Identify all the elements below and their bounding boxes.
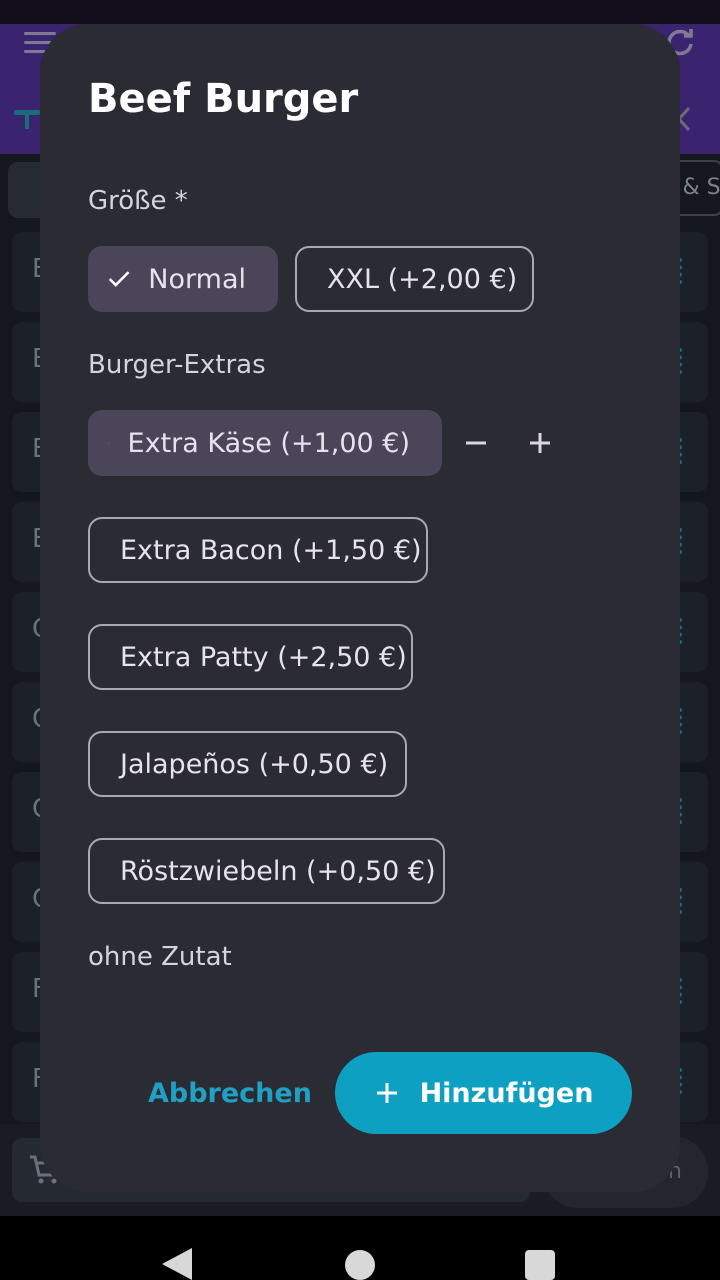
check-icon <box>108 442 110 444</box>
cancel-button[interactable]: Abbrechen <box>148 1072 312 1116</box>
product-options-dialog: Beef Burger Größe * Normal XXL (+2,00 €)… <box>40 24 680 1192</box>
nav-home-icon[interactable] <box>345 1250 375 1280</box>
plus-icon <box>376 1083 397 1103</box>
nav-recents-icon[interactable] <box>525 1250 555 1280</box>
extra-option-label: Extra Bacon (+1,50 €) <box>120 534 422 566</box>
extra-option-label: Extra Patty (+2,50 €) <box>120 641 407 673</box>
extra-option-label: Röstzwiebeln (+0,50 €) <box>120 855 436 887</box>
size-option-normal[interactable]: Normal <box>88 246 278 312</box>
without-ingredient-label: ohne Zutat <box>88 942 232 972</box>
table-icon <box>14 110 40 129</box>
size-section-label: Größe * <box>88 186 188 216</box>
increment-button[interactable] <box>520 423 560 463</box>
size-option-label: Normal <box>148 263 246 295</box>
extra-option-bacon[interactable]: Extra Bacon (+1,50 €) <box>88 517 428 583</box>
extra-option-roestzwiebeln[interactable]: Röstzwiebeln (+0,50 €) <box>88 838 445 904</box>
size-option-xxl[interactable]: XXL (+2,00 €) <box>295 246 534 312</box>
extra-option-kaese[interactable]: Extra Käse (+1,00 €) <box>88 410 442 476</box>
dialog-title: Beef Burger <box>88 76 359 122</box>
extra-option-label: Jalapeños (+0,50 €) <box>120 748 389 780</box>
extra-option-patty[interactable]: Extra Patty (+2,50 €) <box>88 624 413 690</box>
check-icon <box>108 271 130 287</box>
status-bar <box>0 0 720 24</box>
size-option-label: XXL (+2,00 €) <box>327 263 518 295</box>
add-button-label: Hinzufügen <box>419 1077 594 1109</box>
extras-section-label: Burger-Extras <box>88 350 266 380</box>
nav-back-icon[interactable] <box>162 1248 192 1280</box>
extra-option-jalapenos[interactable]: Jalapeños (+0,50 €) <box>88 731 407 797</box>
decrement-button[interactable] <box>456 423 496 463</box>
add-button[interactable]: Hinzufügen <box>335 1052 632 1134</box>
extra-option-label: Extra Käse (+1,00 €) <box>127 427 410 459</box>
